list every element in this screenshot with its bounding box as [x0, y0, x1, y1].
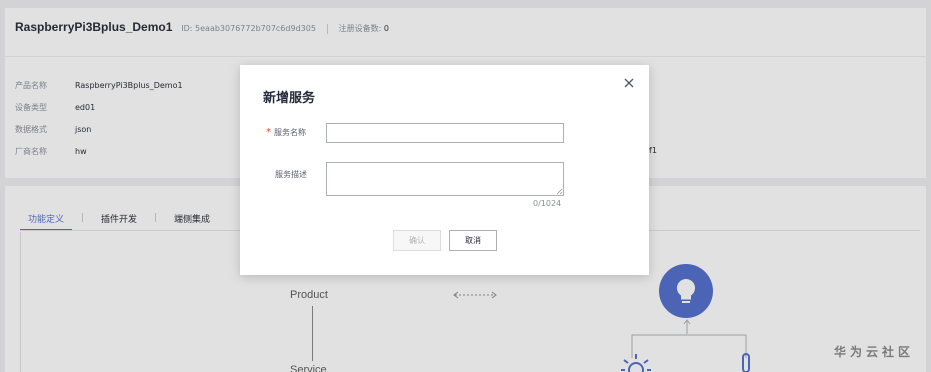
add-service-dialog: 新增服务 * 服务名称 服务描述 0/1024 确认 取消 [240, 65, 649, 275]
watermark: 华为云社区 [834, 345, 915, 359]
dialog-title: 新增服务 [263, 91, 316, 106]
close-icon[interactable] [623, 77, 635, 89]
required-mark: * [266, 127, 271, 138]
confirm-button[interactable]: 确认 [393, 230, 441, 251]
service-description-input[interactable] [326, 162, 564, 196]
description-char-counter: 0/1024 [533, 199, 562, 208]
service-name-label: * 服务名称 [266, 127, 306, 138]
service-description-label: 服务描述 [275, 170, 307, 179]
resize-handle-icon[interactable] [556, 188, 563, 195]
cancel-button[interactable]: 取消 [449, 230, 497, 251]
service-name-input[interactable] [326, 123, 564, 143]
